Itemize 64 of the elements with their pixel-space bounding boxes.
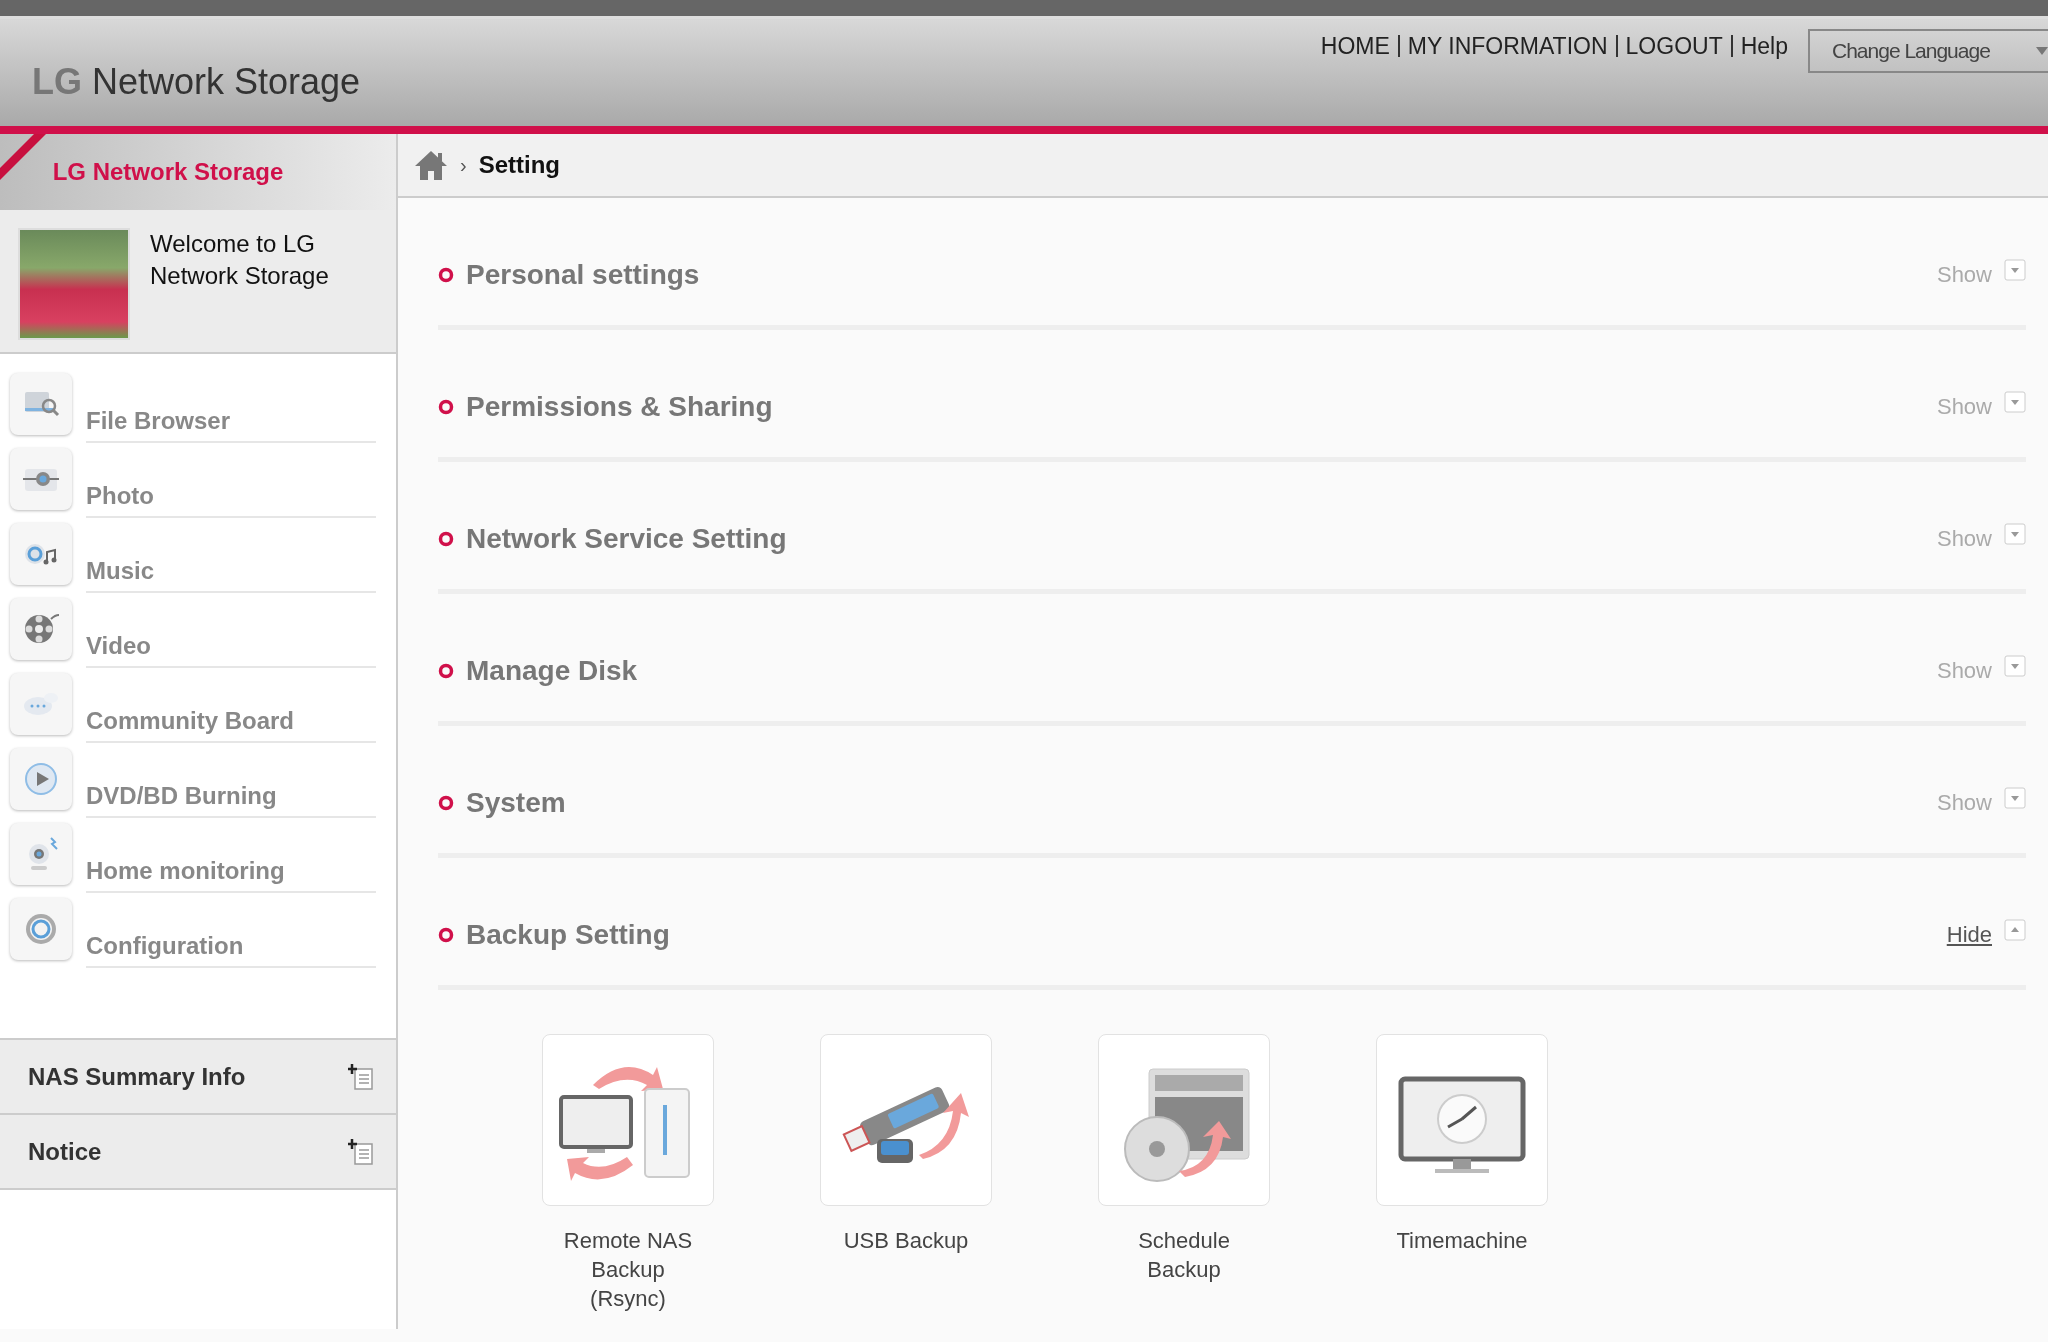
panel-title: Notice [28,1137,102,1166]
add-list-icon[interactable] [348,1062,374,1091]
breadcrumb-current: Setting [478,151,560,179]
breadcrumb-separator: › [460,153,467,177]
sidebar-item[interactable]: Community Board [86,707,376,743]
section-toggle[interactable]: Show [1936,394,1992,420]
computer-sync-icon[interactable] [542,1034,714,1206]
house-icon[interactable] [414,149,448,181]
section-toggle[interactable]: Show [1936,790,1992,816]
section-toggle[interactable]: Show [1936,658,1992,684]
section-toggle[interactable]: Show [1936,526,1992,552]
webcam-icon [10,823,72,885]
sidebar-item[interactable]: Configuration [86,932,376,968]
expand-icon[interactable] [2004,391,2026,413]
music-note-icon [10,523,72,585]
expand-icon[interactable] [2004,523,2026,545]
section-title: Personal settings [466,259,701,291]
gear-icon [10,898,72,960]
backup-option-label[interactable]: USB Backup [831,1226,981,1255]
section-title: System [466,787,567,819]
nav-link[interactable]: HOME [1312,33,1398,60]
sidebar-item[interactable]: Photo [86,482,376,518]
panel-title: NAS Summary Info [28,1062,246,1091]
camera-icon [10,448,72,510]
welcome-text: Welcome to LG Network Storage [150,229,330,291]
bullet-icon [438,663,454,679]
sidebar-item[interactable]: Music [86,557,376,593]
nav-link[interactable]: MY INFORMATION [1399,33,1616,60]
section-title: Permissions & Sharing [466,391,774,423]
section-toggle[interactable]: Hide [1946,922,1992,948]
section-toggle[interactable]: Show [1936,262,1992,288]
bullet-icon [438,531,454,547]
sidebar-panel[interactable]: NAS Summary Info [0,1040,396,1115]
sidebar-item[interactable]: Home monitoring [86,857,376,893]
logo-text: LG Network Storage [32,61,361,104]
bullet-icon [438,267,454,283]
bullet-icon [438,399,454,415]
caret-icon [2036,47,2048,55]
section-title: Network Service Setting [466,523,788,555]
sidebar-panel[interactable]: Notice [0,1115,396,1190]
monitor-clock-icon[interactable] [1376,1034,1548,1206]
section-title: Backup Setting [466,919,671,951]
sidebar-item[interactable]: Video [86,632,376,668]
expand-icon[interactable] [2004,787,2026,809]
sidebar-item[interactable]: File Browser [86,407,376,443]
backup-option-label[interactable]: Timemachine [1387,1226,1537,1255]
bullet-icon [438,927,454,943]
add-list-icon[interactable] [348,1137,374,1166]
film-reel-icon [10,598,72,660]
bullet-icon [438,795,454,811]
language-select[interactable]: Change Language [1808,29,2048,73]
collapse-icon[interactable] [2004,919,2026,941]
nav-link[interactable]: LOGOUT [1617,33,1731,60]
backup-option-label[interactable]: Schedule Backup [1109,1226,1259,1284]
folder-search-icon [10,373,72,435]
chat-bubble-icon [10,673,72,735]
backup-option-label[interactable]: Remote NAS Backup (Rsync) [553,1226,703,1313]
sidebar-item[interactable]: DVD/BD Burning [86,782,376,818]
sidebar-title: LG Network Storage [52,158,284,186]
section-title: Manage Disk [466,655,639,687]
expand-icon[interactable] [2004,259,2026,281]
expand-icon[interactable] [2004,655,2026,677]
usb-drive-icon[interactable] [820,1034,992,1206]
nav-link[interactable]: Help [1732,33,1796,60]
